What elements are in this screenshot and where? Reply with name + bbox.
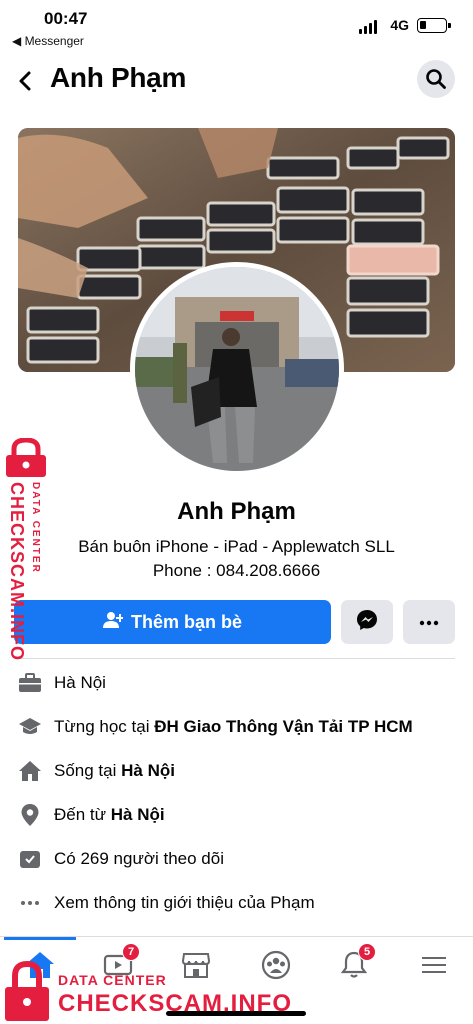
info-text[interactable]: Xem thông tin giới thiệu của Phạm [54, 893, 315, 913]
info-row-education: Từng học tại ĐH Giao Thông Vận Tải TP HC… [0, 712, 473, 742]
page-title: Anh Phạm [50, 62, 187, 93]
tab-watch[interactable]: 7 [98, 943, 140, 985]
home-icon [25, 951, 55, 984]
profile-avatar[interactable] [130, 262, 344, 476]
network-type: 4G [390, 17, 409, 33]
signal-icon [359, 20, 377, 34]
status-bar: 00:47 ◀ Messenger 4G [0, 0, 473, 54]
info-row-work: Hà Nội [0, 668, 473, 698]
tab-home[interactable] [20, 949, 60, 985]
more-options-button[interactable] [403, 600, 455, 644]
profile-header: Anh Phạm [0, 56, 473, 108]
groups-icon [261, 950, 291, 985]
hamburger-menu-icon [421, 955, 447, 980]
tab-notifications[interactable]: 5 [334, 943, 376, 985]
info-text: Đến từ [54, 805, 111, 824]
add-friend-button[interactable]: Thêm bạn bè [14, 600, 331, 644]
home-indicator [166, 1011, 306, 1016]
home-icon [17, 758, 43, 784]
add-friend-icon [102, 611, 124, 634]
ellipsis-icon [17, 890, 43, 916]
location-pin-icon [17, 802, 43, 828]
watermark-side: CHECKSCAM.INFO DATA CENTER [2, 437, 50, 668]
notifications-badge: 5 [358, 943, 376, 961]
profile-bio-line1: Bán buôn iPhone - iPad - Applewatch SLL [78, 537, 395, 556]
info-row-see-about[interactable]: Xem thông tin giới thiệu của Phạm [0, 888, 473, 918]
graduation-cap-icon [17, 714, 43, 740]
ellipsis-icon [419, 613, 439, 631]
followers-icon [17, 846, 43, 872]
info-text[interactable]: Có 269 người theo dõi [54, 849, 224, 869]
profile-name: Anh Phạm [177, 498, 296, 525]
lock-icon [2, 437, 50, 483]
active-tab-indicator [4, 937, 76, 940]
watermark-sub: DATA CENTER [30, 482, 41, 574]
battery-icon [417, 18, 451, 33]
search-icon[interactable] [417, 60, 455, 98]
chevron-left-icon[interactable] [12, 64, 42, 98]
info-text-bold[interactable]: Hà Nội [111, 805, 165, 824]
tab-groups[interactable] [256, 949, 296, 985]
status-time: 00:47 [44, 9, 88, 28]
info-row-lives-in: Sống tại Hà Nội [0, 756, 473, 786]
tab-marketplace[interactable] [176, 949, 216, 985]
info-text-bold[interactable]: Hà Nội [121, 761, 175, 780]
tab-menu[interactable] [414, 949, 454, 985]
divider [18, 658, 455, 659]
message-button[interactable] [341, 600, 393, 644]
watch-badge: 7 [122, 943, 140, 961]
watermark-brand: CHECKSCAM.INFO [7, 482, 27, 661]
bottom-tab-bar: 7 5 [0, 936, 473, 1024]
info-row-from: Đến từ Hà Nội [0, 800, 473, 830]
add-friend-label: Thêm bạn bè [130, 611, 242, 632]
briefcase-icon [17, 670, 43, 696]
messenger-icon [356, 609, 378, 636]
marketplace-icon [181, 951, 211, 984]
info-text: Hà Nội [54, 673, 106, 692]
profile-bio-line2: Phone : 084.208.6666 [152, 561, 321, 580]
back-to-app-link[interactable]: ◀ Messenger [12, 34, 84, 48]
info-row-followers: Có 269 người theo dõi [0, 844, 473, 874]
info-text: Sống tại [54, 761, 122, 780]
info-text-bold[interactable]: ĐH Giao Thông Vận Tải TP HCM [154, 717, 412, 736]
info-text: Từng học tại [54, 717, 155, 736]
